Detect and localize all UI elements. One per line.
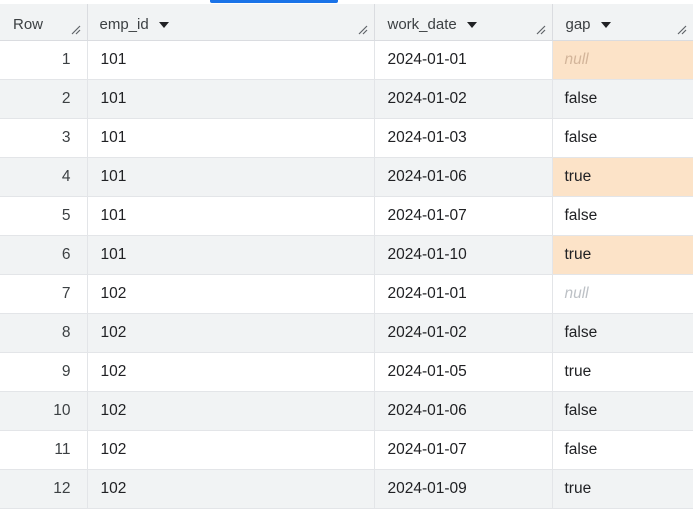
results-body: 1 101 2024-01-01 null 2 101 2024-01-02 false 3 10… <box>0 40 693 509</box>
gap-cell[interactable]: false <box>551 391 693 431</box>
gap-value: true <box>564 168 592 185</box>
emp-id-cell[interactable]: 101 <box>86 157 374 197</box>
column-header-work-date[interactable]: work_date <box>373 4 552 41</box>
column-header-row: Row <box>0 4 87 41</box>
gap-cell[interactable]: true <box>551 235 693 275</box>
table-row[interactable]: 12 102 2024-01-09 true <box>0 469 693 509</box>
results-table: Row emp_id work_date gap 1 101 2024-01-0… <box>0 4 693 509</box>
column-header-emp-id[interactable]: emp_id <box>86 4 374 41</box>
caret-down-icon[interactable] <box>466 21 477 28</box>
table-row[interactable]: 3 101 2024-01-03 false <box>0 118 693 158</box>
work-date-cell[interactable]: 2024-01-03 <box>373 118 552 158</box>
emp-id-cell[interactable]: 102 <box>86 391 374 431</box>
table-row[interactable]: 2 101 2024-01-02 false <box>0 79 693 119</box>
work-date-cell[interactable]: 2024-01-01 <box>373 40 552 80</box>
table-row[interactable]: 6 101 2024-01-10 true <box>0 235 693 275</box>
row-number-cell: 8 <box>0 313 87 353</box>
emp-id-cell[interactable]: 101 <box>86 40 374 80</box>
row-number-cell: 5 <box>0 196 87 236</box>
null-value: null <box>564 51 589 68</box>
gap-value: true <box>564 363 592 380</box>
row-number-cell: 2 <box>0 79 87 119</box>
work-date-cell[interactable]: 2024-01-05 <box>373 352 552 392</box>
emp-id-cell[interactable]: 102 <box>86 352 374 392</box>
row-number-cell: 10 <box>0 391 87 431</box>
gap-cell[interactable]: null <box>551 40 693 80</box>
gap-cell[interactable]: false <box>551 196 693 236</box>
gap-cell[interactable]: false <box>551 430 693 470</box>
table-row[interactable]: 10 102 2024-01-06 false <box>0 391 693 431</box>
null-value: null <box>564 285 589 302</box>
table-row[interactable]: 8 102 2024-01-02 false <box>0 313 693 353</box>
gap-value: false <box>564 441 598 458</box>
column-resize-handle-icon[interactable] <box>71 25 81 35</box>
column-header-label: emp_id <box>99 15 149 33</box>
gap-cell[interactable]: false <box>551 118 693 158</box>
work-date-cell[interactable]: 2024-01-01 <box>373 274 552 314</box>
emp-id-cell[interactable]: 101 <box>86 118 374 158</box>
column-header-label: gap <box>565 15 591 33</box>
row-number-cell: 6 <box>0 235 87 275</box>
row-number-cell: 3 <box>0 118 87 158</box>
gap-cell[interactable]: false <box>551 79 693 119</box>
column-header-label: work_date <box>387 15 457 33</box>
gap-value: false <box>564 90 598 107</box>
row-number-cell: 1 <box>0 40 87 80</box>
emp-id-cell[interactable]: 101 <box>86 196 374 236</box>
gap-value: false <box>564 207 598 224</box>
column-resize-handle-icon[interactable] <box>536 25 546 35</box>
gap-cell[interactable]: true <box>551 352 693 392</box>
row-number-cell: 12 <box>0 469 87 509</box>
gap-value: true <box>564 480 592 497</box>
emp-id-cell[interactable]: 102 <box>86 430 374 470</box>
gap-value: false <box>564 402 598 419</box>
row-number-cell: 4 <box>0 157 87 197</box>
gap-value: false <box>564 129 598 146</box>
table-row[interactable]: 5 101 2024-01-07 false <box>0 196 693 236</box>
gap-value: false <box>564 324 598 341</box>
emp-id-cell[interactable]: 101 <box>86 235 374 275</box>
query-results-viewport: Row emp_id work_date gap 1 101 2024-01-0… <box>0 0 694 509</box>
work-date-cell[interactable]: 2024-01-10 <box>373 235 552 275</box>
caret-down-icon[interactable] <box>158 21 169 28</box>
gap-value: true <box>564 246 592 263</box>
work-date-cell[interactable]: 2024-01-09 <box>373 469 552 509</box>
table-row[interactable]: 7 102 2024-01-01 null <box>0 274 693 314</box>
work-date-cell[interactable]: 2024-01-02 <box>373 79 552 119</box>
row-number-cell: 11 <box>0 430 87 470</box>
column-header-label: Row <box>13 15 44 33</box>
work-date-cell[interactable]: 2024-01-07 <box>373 430 552 470</box>
work-date-cell[interactable]: 2024-01-02 <box>373 313 552 353</box>
work-date-cell[interactable]: 2024-01-06 <box>373 157 552 197</box>
active-tab-indicator <box>210 0 338 3</box>
work-date-cell[interactable]: 2024-01-06 <box>373 391 552 431</box>
column-resize-handle-icon[interactable] <box>677 25 687 35</box>
column-header-gap[interactable]: gap <box>551 4 693 41</box>
caret-down-icon[interactable] <box>600 21 611 28</box>
row-number-cell: 9 <box>0 352 87 392</box>
table-row[interactable]: 1 101 2024-01-01 null <box>0 40 693 80</box>
table-row[interactable]: 11 102 2024-01-07 false <box>0 430 693 470</box>
emp-id-cell[interactable]: 102 <box>86 313 374 353</box>
header-row: Row emp_id work_date gap <box>0 4 693 41</box>
gap-cell[interactable]: true <box>551 469 693 509</box>
emp-id-cell[interactable]: 102 <box>86 469 374 509</box>
row-number-cell: 7 <box>0 274 87 314</box>
work-date-cell[interactable]: 2024-01-07 <box>373 196 552 236</box>
emp-id-cell[interactable]: 102 <box>86 274 374 314</box>
column-resize-handle-icon[interactable] <box>358 25 368 35</box>
emp-id-cell[interactable]: 101 <box>86 79 374 119</box>
table-row[interactable]: 9 102 2024-01-05 true <box>0 352 693 392</box>
table-row[interactable]: 4 101 2024-01-06 true <box>0 157 693 197</box>
gap-cell[interactable]: false <box>551 313 693 353</box>
gap-cell[interactable]: true <box>551 157 693 197</box>
gap-cell[interactable]: null <box>551 274 693 314</box>
